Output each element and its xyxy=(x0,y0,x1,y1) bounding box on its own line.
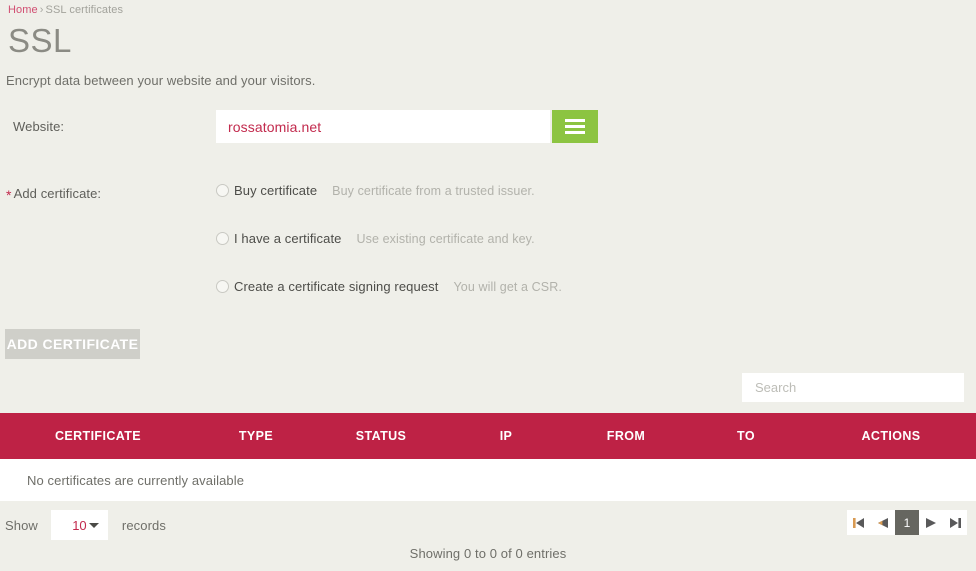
column-header-to[interactable]: TO xyxy=(686,413,806,459)
radio-hint-buy-certificate: Buy certificate from a trusted issuer. xyxy=(332,183,535,198)
radio-label-create-csr[interactable]: Create a certificate signing request xyxy=(234,279,438,294)
hamburger-icon-bar xyxy=(565,131,585,134)
add-certificate-button[interactable]: ADD CERTIFICATE xyxy=(5,329,140,359)
table-empty-message: No certificates are currently available xyxy=(27,472,245,488)
certificates-table: CERTIFICATE TYPE STATUS IP FROM TO ACTIO… xyxy=(0,413,976,501)
breadcrumb-separator: › xyxy=(39,4,44,16)
breadcrumb-link-home[interactable]: Home xyxy=(8,4,38,16)
pagination: 1 xyxy=(847,510,967,535)
entries-info: Showing 0 to 0 of 0 entries xyxy=(409,546,567,561)
next-page-icon xyxy=(926,517,936,528)
pagination-last-button[interactable] xyxy=(943,510,967,535)
column-header-certificate[interactable]: CERTIFICATE xyxy=(0,413,196,459)
table-empty-row: No certificates are currently available xyxy=(0,459,976,501)
radio-option-create-csr[interactable]: Create a certificate signing request You… xyxy=(216,279,562,294)
hamburger-icon-bar xyxy=(565,119,585,122)
website-input[interactable] xyxy=(216,110,550,143)
hamburger-icon-bar xyxy=(565,125,585,128)
radio-button-buy-certificate[interactable] xyxy=(216,184,229,197)
last-page-icon xyxy=(950,517,961,528)
page-subtitle: Encrypt data between your website and yo… xyxy=(6,73,316,88)
add-certificate-label-text: Add certificate: xyxy=(13,186,102,201)
required-asterisk: * xyxy=(6,187,12,203)
show-label: Show xyxy=(5,517,38,533)
radio-option-buy-certificate[interactable]: Buy certificate Buy certificate from a t… xyxy=(216,183,535,198)
column-header-type[interactable]: TYPE xyxy=(196,413,316,459)
column-header-actions: ACTIONS xyxy=(861,429,921,443)
breadcrumb: Home › SSL certificates xyxy=(8,4,123,16)
add-certificate-label: * Add certificate: xyxy=(6,186,102,203)
table-body: No certificates are currently available xyxy=(0,459,976,501)
records-label: records xyxy=(121,517,166,533)
radio-label-buy-certificate[interactable]: Buy certificate xyxy=(234,183,317,198)
radio-option-i-have-a-certificate[interactable]: I have a certificate Use existing certif… xyxy=(216,231,535,246)
radio-button-create-csr[interactable] xyxy=(216,280,229,293)
records-per-page-select[interactable]: 10 xyxy=(50,510,108,540)
records-per-page-value: 10 xyxy=(72,517,87,533)
pagination-previous-button[interactable] xyxy=(871,510,895,535)
website-field-group xyxy=(216,110,598,143)
radio-hint-create-csr: You will get a CSR. xyxy=(453,279,562,294)
first-page-icon xyxy=(853,517,864,528)
website-label: Website: xyxy=(13,119,65,134)
previous-page-icon xyxy=(878,517,888,528)
radio-hint-i-have-a-certificate: Use existing certificate and key. xyxy=(356,231,535,246)
column-header-ip[interactable]: IP xyxy=(446,413,566,459)
pagination-next-button[interactable] xyxy=(919,510,943,535)
table-head: CERTIFICATE TYPE STATUS IP FROM TO ACTIO… xyxy=(0,413,976,459)
column-header-from[interactable]: FROM xyxy=(566,413,686,459)
pagination-page-1-button[interactable]: 1 xyxy=(895,510,919,535)
website-menu-button[interactable] xyxy=(552,110,598,143)
chevron-down-icon xyxy=(88,523,99,528)
ssl-certificates-page: Home › SSL certificates SSL Encrypt data b… xyxy=(0,0,976,571)
breadcrumb-current: SSL certificates xyxy=(45,4,124,16)
column-header-status[interactable]: STATUS xyxy=(316,413,446,459)
search-input[interactable] xyxy=(742,373,964,402)
radio-button-i-have-a-certificate[interactable] xyxy=(216,232,229,245)
page-title: SSL xyxy=(8,22,72,59)
radio-label-i-have-a-certificate[interactable]: I have a certificate xyxy=(234,231,342,246)
records-per-page-control: Show 10 records xyxy=(5,510,166,540)
table-header-row: CERTIFICATE TYPE STATUS IP FROM TO ACTIO… xyxy=(0,413,976,459)
pagination-first-button[interactable] xyxy=(847,510,871,535)
